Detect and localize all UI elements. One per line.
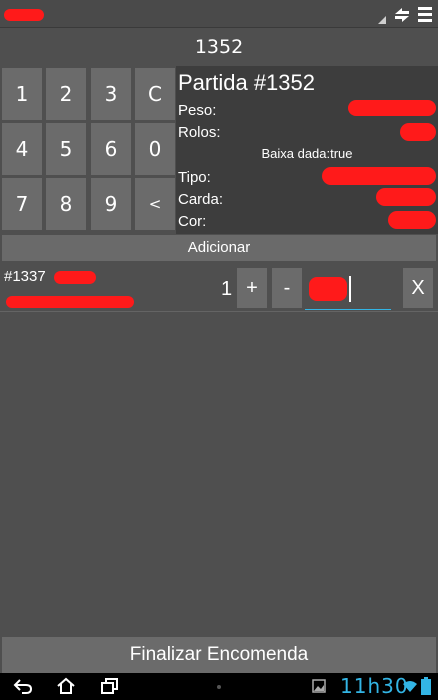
key-7[interactable]: 7: [2, 178, 42, 230]
key-4[interactable]: 4: [2, 123, 42, 175]
key-1[interactable]: 1: [2, 68, 42, 120]
decrement-button[interactable]: -: [272, 268, 302, 308]
key-3[interactable]: 3: [91, 68, 131, 120]
peso-label: Peso:: [178, 102, 217, 119]
gallery-icon: [312, 679, 326, 693]
rolos-label: Rolos:: [178, 124, 221, 141]
key-9[interactable]: 9: [91, 178, 131, 230]
menu-icon[interactable]: [418, 7, 432, 22]
carda-label: Carda:: [178, 191, 224, 208]
overflow-indicator-icon: [378, 16, 386, 24]
redacted-rolos-value: [400, 123, 436, 141]
key-2[interactable]: 2: [46, 68, 86, 120]
key-backspace[interactable]: <: [135, 178, 175, 230]
key-8[interactable]: 8: [46, 178, 86, 230]
redacted-app-title: [4, 9, 44, 21]
add-button[interactable]: Adicionar: [2, 235, 436, 261]
system-navigation-bar: 11h30: [0, 673, 438, 700]
redacted-peso-value: [348, 100, 436, 116]
wifi-icon: [403, 681, 417, 692]
item-code: #1337: [4, 268, 46, 285]
increment-button[interactable]: +: [237, 268, 267, 308]
baixa-status: Baixa dada:true: [261, 146, 353, 161]
numeric-keypad: 1 2 3 C 4 5 6 0 7 8 9 <: [0, 66, 178, 234]
redacted-tipo-value: [322, 167, 436, 185]
action-bar: [0, 0, 438, 28]
text-caret: [349, 276, 351, 302]
key-clear[interactable]: C: [135, 68, 175, 120]
finalize-order-button[interactable]: Finalizar Encomenda: [2, 637, 436, 673]
batch-info-panel: Partida #1352 Peso: Rolos: Baixa dada:tr…: [176, 66, 438, 234]
batch-title: Partida #1352: [178, 70, 315, 95]
redacted-item-description: [6, 296, 134, 308]
sync-icon[interactable]: [392, 5, 412, 25]
redacted-input-value: [309, 277, 347, 301]
remove-item-button[interactable]: X: [403, 268, 433, 308]
key-6[interactable]: 6: [91, 123, 131, 175]
order-number-display: 1352: [194, 36, 244, 58]
home-icon[interactable]: [55, 676, 77, 696]
back-icon[interactable]: [12, 676, 34, 696]
status-clock: 11h30: [340, 674, 409, 698]
key-0[interactable]: 0: [135, 123, 175, 175]
battery-icon: [421, 677, 431, 695]
tipo-label: Tipo:: [178, 169, 211, 186]
item-quantity: 1: [221, 278, 233, 300]
nav-dot: [217, 685, 221, 689]
key-5[interactable]: 5: [46, 123, 86, 175]
redacted-item-name: [54, 271, 96, 284]
redacted-carda-value: [376, 188, 436, 206]
cor-label: Cor:: [178, 213, 207, 230]
recent-apps-icon[interactable]: [99, 676, 121, 696]
redacted-cor-value: [388, 211, 436, 229]
